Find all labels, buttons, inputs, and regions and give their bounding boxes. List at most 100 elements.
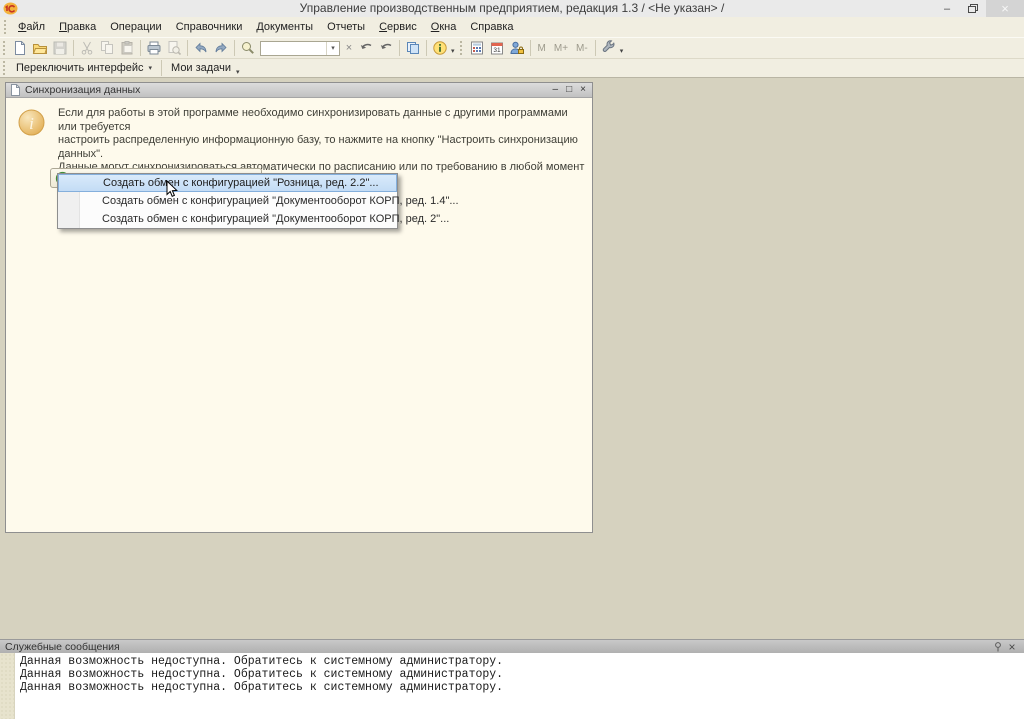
- redo-icon: [213, 40, 229, 56]
- window-close-button[interactable]: ×: [580, 85, 586, 95]
- toolbar-separator: [426, 40, 427, 56]
- paste-button[interactable]: [117, 39, 137, 58]
- service-message: Данная возможность недоступна. Обратитес…: [20, 681, 1022, 694]
- menu-service[interactable]: Сервис: [372, 19, 424, 36]
- toolbar-separator: [73, 40, 74, 56]
- memory-subtract-button[interactable]: M-: [572, 43, 592, 54]
- tools-button[interactable]: [599, 39, 619, 58]
- toolbar-grip[interactable]: [3, 61, 7, 75]
- messages-gutter: [0, 653, 15, 719]
- redo-button[interactable]: [211, 39, 231, 58]
- clear-search-button[interactable]: ×: [342, 39, 356, 58]
- menu-edit[interactable]: Правка: [52, 19, 103, 36]
- svg-text:i: i: [29, 114, 34, 133]
- service-messages-panel: Служебные сообщения × Данная возможность…: [0, 639, 1024, 719]
- save-icon: [52, 40, 68, 56]
- toolbar-separator: [187, 40, 188, 56]
- chevron-down-icon: ▾: [149, 64, 153, 72]
- wrench-icon: [601, 40, 617, 56]
- chevron-down-icon[interactable]: ▾: [620, 47, 624, 55]
- find-previous-button[interactable]: [376, 39, 396, 58]
- menu-reports[interactable]: Отчеты: [320, 19, 372, 36]
- menu-catalogs[interactable]: Справочники: [169, 19, 250, 36]
- user-permissions-button[interactable]: [507, 39, 527, 58]
- window-maximize-button[interactable]: □: [566, 85, 572, 95]
- toolbar-grip[interactable]: [4, 20, 8, 34]
- toolbar-separator: [161, 60, 162, 76]
- 1c-logo-icon: [3, 2, 18, 15]
- information-icon: i: [18, 109, 45, 141]
- toolbar-separator: [530, 40, 531, 56]
- close-panel-icon[interactable]: ×: [1005, 641, 1019, 653]
- print-button[interactable]: [144, 39, 164, 58]
- menu-bar: Файл Правка Операции Справочники Докумен…: [0, 17, 1024, 37]
- calculator-icon: [469, 40, 485, 56]
- undo-button[interactable]: [191, 39, 211, 58]
- memory-recall-button[interactable]: M: [534, 43, 550, 54]
- switch-interface-label: Переключить интерфейс: [16, 62, 144, 74]
- my-tasks-label: Мои задачи: [171, 62, 231, 74]
- search-input[interactable]: [261, 42, 326, 55]
- copy-icon: [99, 40, 115, 56]
- standard-toolbar: ▾ × ▾ 31 M M+ M-: [0, 37, 1024, 58]
- calendar-button[interactable]: 31: [487, 39, 507, 58]
- print-preview-button[interactable]: [164, 39, 184, 58]
- close-button[interactable]: ×: [986, 0, 1024, 17]
- toolbar-separator: [595, 40, 596, 56]
- info-icon: [432, 40, 448, 56]
- restore-button[interactable]: [960, 0, 986, 17]
- find-button[interactable]: [238, 39, 258, 58]
- menu-item-create-exchange-docflow-14[interactable]: Создать обмен с конфигурацией "Документо…: [58, 192, 397, 210]
- main-titlebar[interactable]: Управление производственным предприятием…: [0, 0, 1024, 17]
- cut-button[interactable]: [77, 39, 97, 58]
- find-previous-icon: [378, 40, 394, 56]
- minimize-button[interactable]: –: [934, 0, 960, 17]
- windows-button[interactable]: [403, 39, 423, 58]
- info-text-line: настроить распределенную информационную …: [58, 134, 585, 161]
- user-lock-icon: [509, 40, 525, 56]
- mouse-cursor: [166, 180, 179, 204]
- service-messages-title: Служебные сообщения: [5, 641, 991, 653]
- print-icon: [146, 40, 162, 56]
- restore-icon: [968, 4, 978, 13]
- sync-dropdown-menu: Создать обмен с конфигурацией "Розница, …: [57, 173, 398, 229]
- interface-toolbar: Переключить интерфейс ▾ Мои задачи ▾: [0, 58, 1024, 78]
- search-icon: [240, 40, 256, 56]
- calendar-icon: 31: [489, 40, 505, 56]
- info-button[interactable]: [430, 39, 450, 58]
- menu-item-create-exchange-docflow-2[interactable]: Создать обмен с конфигурацией "Документо…: [58, 210, 397, 228]
- open-button[interactable]: [30, 39, 50, 58]
- sync-data-window: Синхронизация данных – □ × i Если для ра…: [5, 82, 593, 533]
- undo-icon: [193, 40, 209, 56]
- sync-window-titlebar[interactable]: Синхронизация данных – □ ×: [6, 83, 592, 98]
- save-button[interactable]: [50, 39, 70, 58]
- toolbar-grip[interactable]: [460, 41, 464, 55]
- menu-documents[interactable]: Документы: [249, 19, 320, 36]
- service-message: Данная возможность недоступна. Обратитес…: [20, 655, 1022, 668]
- mdi-workspace: Синхронизация данных – □ × i Если для ра…: [0, 79, 1024, 639]
- paste-icon: [119, 40, 135, 56]
- copy-button[interactable]: [97, 39, 117, 58]
- info-text-line: Если для работы в этой программе необход…: [58, 107, 585, 134]
- chevron-down-icon[interactable]: ▾: [451, 47, 455, 55]
- my-tasks-button[interactable]: Мои задачи ▾: [165, 59, 245, 78]
- window-minimize-button[interactable]: –: [553, 85, 559, 95]
- menu-file[interactable]: Файл: [11, 19, 52, 36]
- pin-icon[interactable]: [991, 641, 1005, 653]
- find-next-button[interactable]: [356, 39, 376, 58]
- menu-operations[interactable]: Операции: [103, 19, 168, 36]
- new-document-button[interactable]: [10, 39, 30, 58]
- chevron-down-icon[interactable]: ▾: [326, 42, 339, 55]
- menu-item-create-exchange-roznitsa[interactable]: Создать обмен с конфигурацией "Розница, …: [58, 174, 397, 192]
- switch-interface-button[interactable]: Переключить интерфейс ▾: [10, 60, 158, 76]
- search-combobox: ▾: [260, 41, 340, 56]
- memory-add-button[interactable]: M+: [550, 43, 572, 54]
- service-messages-header[interactable]: Служебные сообщения ×: [0, 639, 1024, 653]
- toolbar-grip[interactable]: [3, 41, 7, 55]
- menu-windows[interactable]: Окна: [424, 19, 464, 36]
- open-folder-icon: [32, 40, 48, 56]
- calculator-button[interactable]: [467, 39, 487, 58]
- toolbar-separator: [140, 40, 141, 56]
- menu-help[interactable]: Справка: [463, 19, 520, 36]
- chevron-down-icon: ▾: [236, 68, 240, 76]
